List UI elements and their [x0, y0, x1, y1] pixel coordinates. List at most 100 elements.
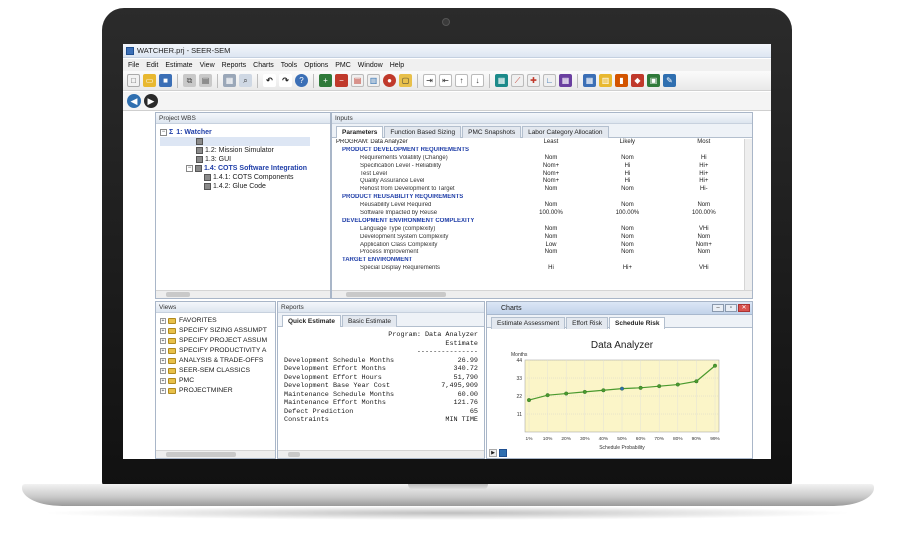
edit-icon[interactable]: ✎ [663, 74, 676, 87]
most-value[interactable]: VHi [666, 226, 742, 234]
likely-value[interactable]: Hi [589, 178, 665, 186]
parameter-row[interactable]: Test Level Nom+ Hi Hi+ [336, 171, 742, 179]
menu-item-edit[interactable]: Edit [146, 62, 158, 69]
wbs-node[interactable]: 1.2: Mission Simulator [160, 146, 330, 155]
most-value[interactable]: VHi [666, 265, 742, 273]
reports-scroll-thumb[interactable] [288, 452, 300, 457]
view-folder-item[interactable]: + ANALYSIS & TRADE-OFFS [156, 356, 275, 366]
likely-value[interactable]: Hi [589, 163, 665, 171]
least-value[interactable]: 100.00% [513, 210, 589, 218]
collapse-toggle-icon[interactable]: − [186, 165, 193, 172]
move-up-icon[interactable]: ↑ [455, 74, 468, 87]
likely-value[interactable]: Nom [589, 226, 665, 234]
most-value[interactable]: 100.00% [666, 210, 742, 218]
tab-quick-estimate[interactable]: Quick Estimate [282, 315, 341, 327]
tab-labor-category-allocation[interactable]: Labor Category Allocation [522, 126, 609, 138]
trend-icon[interactable]: ∟ [543, 74, 556, 87]
likely-value[interactable]: Nom [589, 234, 665, 242]
parameter-row[interactable]: Software Impacted by Reuse 100.00% 100.00%… [336, 210, 742, 218]
inputs-scroll-thumb[interactable] [346, 292, 446, 297]
most-value[interactable]: Nom+ [666, 242, 742, 250]
least-value[interactable]: Nom [513, 202, 589, 210]
expand-icon[interactable]: + [160, 328, 166, 334]
inputs-vertical-scrollbar[interactable] [744, 139, 752, 290]
report-icon[interactable]: ▤ [351, 74, 364, 87]
bar-chart-icon[interactable]: ▥ [599, 74, 612, 87]
wbs-node[interactable]: − Σ 1: Watcher [160, 128, 330, 137]
open-folder-icon[interactable]: ▭ [143, 74, 156, 87]
add-element-icon[interactable]: + [319, 74, 332, 87]
parameter-group-row[interactable]: PRODUCT DEVELOPMENT REQUIREMENTS [336, 147, 742, 155]
expand-icon[interactable]: + [160, 338, 166, 344]
palette-icon[interactable]: ◆ [631, 74, 644, 87]
most-value[interactable]: Hi [666, 155, 742, 163]
save-icon[interactable]: ■ [159, 74, 172, 87]
views-horizontal-scrollbar[interactable] [156, 450, 275, 458]
view-folder-item[interactable]: + SPECIFY SIZING ASSUMPT [156, 326, 275, 336]
tab-basic-estimate[interactable]: Basic Estimate [341, 315, 397, 327]
wbs-node[interactable]: − 1.4: COTS Software Integration [160, 164, 330, 173]
reports-horizontal-scrollbar[interactable] [278, 450, 484, 458]
most-value[interactable]: Nom [666, 202, 742, 210]
least-value[interactable]: Nom+ [513, 163, 589, 171]
inputs-horizontal-scrollbar[interactable] [332, 290, 752, 298]
likely-value[interactable]: Hi+ [589, 265, 665, 273]
views-scroll-thumb[interactable] [166, 452, 236, 457]
view-folder-item[interactable]: + SPECIFY PRODUCTIVITY A [156, 346, 275, 356]
copy-icon[interactable]: ⧉ [183, 74, 196, 87]
most-value[interactable]: Hi+ [666, 163, 742, 171]
tab-pmc-snapshots[interactable]: PMC Snapshots [462, 126, 522, 138]
tab-schedule-risk[interactable]: Schedule Risk [609, 317, 666, 329]
forward-arrow-icon[interactable]: ▶ [144, 94, 158, 108]
redo-icon[interactable]: ↷ [279, 74, 292, 87]
least-value[interactable]: Nom+ [513, 178, 589, 186]
expand-icon[interactable]: + [160, 368, 166, 374]
expand-icon[interactable]: + [160, 378, 166, 384]
table-icon[interactable]: ▦ [559, 74, 572, 87]
parameter-row[interactable]: Specification Level - Reliability Nom+ Hi H… [336, 163, 742, 171]
menu-item-tools[interactable]: Tools [281, 62, 297, 69]
blocks-icon[interactable]: ▣ [647, 74, 660, 87]
least-value[interactable]: Hi [513, 265, 589, 273]
menu-item-view[interactable]: View [200, 62, 215, 69]
likely-value[interactable]: Nom [589, 202, 665, 210]
expand-icon[interactable]: + [160, 348, 166, 354]
most-value[interactable]: Hi+ [666, 178, 742, 186]
parameter-row[interactable]: Requirements Volatility (Change) Nom Nom Hi [336, 155, 742, 163]
outdent-icon[interactable]: ⇤ [439, 74, 452, 87]
menu-item-help[interactable]: Help [390, 62, 404, 69]
likely-value[interactable]: Hi [589, 171, 665, 179]
new-file-icon[interactable]: □ [127, 74, 140, 87]
parameter-row[interactable]: Process Improvement Nom Nom Nom [336, 249, 742, 257]
wbs-scroll-thumb[interactable] [166, 292, 190, 297]
note-icon[interactable]: ▢ [399, 74, 412, 87]
least-value[interactable]: Nom [513, 249, 589, 257]
grid-view-icon[interactable]: ▦ [583, 74, 596, 87]
most-value[interactable]: Hi- [666, 186, 742, 194]
least-value[interactable]: Nom [513, 186, 589, 194]
likely-value[interactable]: Nom [589, 186, 665, 194]
menu-item-options[interactable]: Options [304, 62, 328, 69]
play-icon[interactable]: ▶ [489, 449, 497, 457]
tab-function-based-sizing[interactable]: Function Based Sizing [384, 126, 462, 138]
least-value[interactable]: Low [513, 242, 589, 250]
wbs-node[interactable]: 1.3: GUI [160, 155, 330, 164]
most-value[interactable]: Nom [666, 249, 742, 257]
tab-estimate-assessment[interactable]: Estimate Assessment [491, 317, 566, 329]
wbs-node[interactable] [160, 137, 310, 146]
histogram-icon[interactable]: ▮ [615, 74, 628, 87]
least-value[interactable]: Nom [513, 234, 589, 242]
expand-icon[interactable]: + [160, 358, 166, 364]
maximize-icon[interactable]: ▫ [725, 304, 737, 312]
expand-icon[interactable]: + [160, 318, 166, 324]
parameter-row[interactable]: Application Class Complexity Low Nom Nom+ [336, 242, 742, 250]
stop-icon[interactable]: ● [383, 74, 396, 87]
view-folder-item[interactable]: + FAVORITES [156, 316, 275, 326]
likely-value[interactable]: Nom [589, 155, 665, 163]
menu-item-charts[interactable]: Charts [253, 62, 274, 69]
view-folder-item[interactable]: + SPECIFY PROJECT ASSUM [156, 336, 275, 346]
collapse-toggle-icon[interactable]: − [160, 129, 167, 136]
parameter-group-row[interactable]: DEVELOPMENT ENVIRONMENT COMPLEXITY [336, 218, 742, 226]
move-down-icon[interactable]: ↓ [471, 74, 484, 87]
wbs-horizontal-scrollbar[interactable] [156, 290, 330, 298]
